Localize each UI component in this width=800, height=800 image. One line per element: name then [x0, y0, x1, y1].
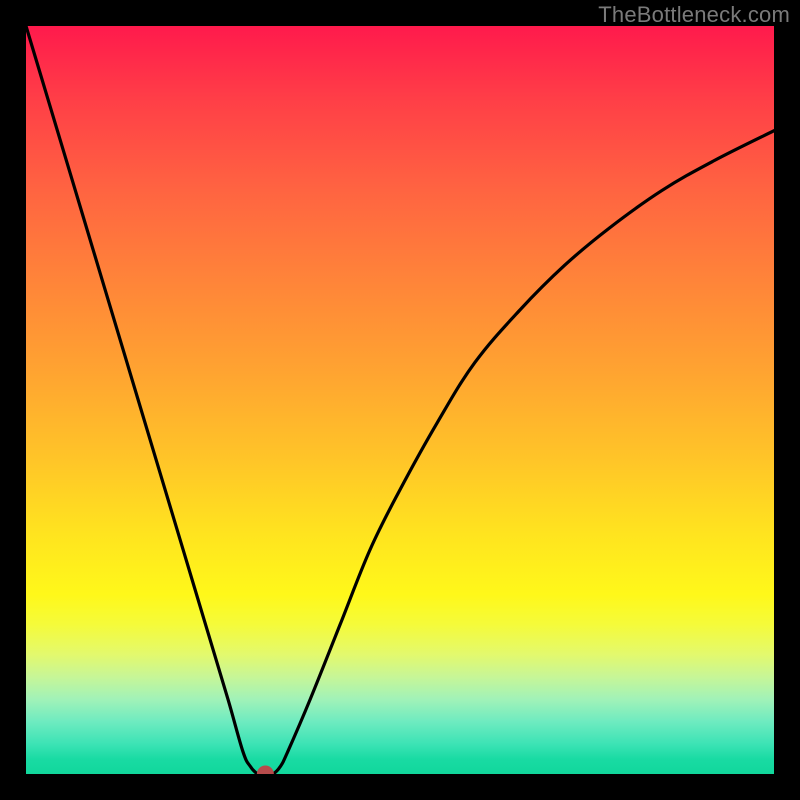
watermark-text: TheBottleneck.com	[598, 2, 790, 28]
plot-area	[26, 26, 774, 774]
minimum-marker	[257, 766, 273, 774]
bottleneck-curve	[26, 26, 774, 774]
chart-frame: TheBottleneck.com	[0, 0, 800, 800]
curve-svg	[26, 26, 774, 774]
